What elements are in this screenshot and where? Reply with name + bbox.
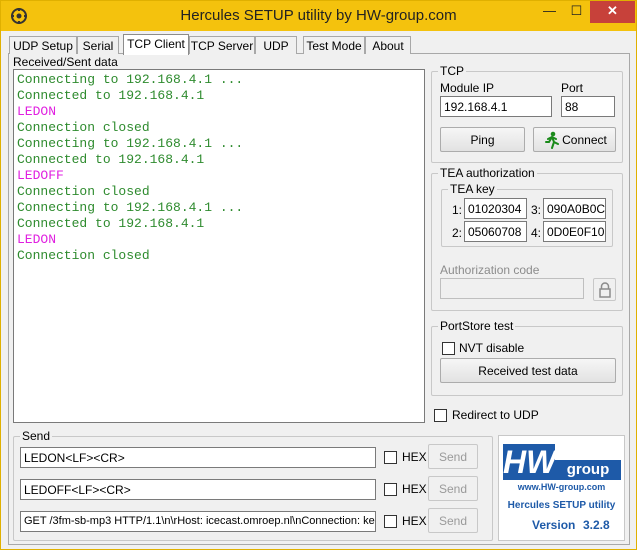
received-sent-log[interactable]: Connecting to 192.168.4.1 ... Connected t… [13, 69, 425, 423]
tea-key-2-input[interactable]: 05060708 [464, 221, 527, 242]
app-window: Hercules SETUP utility by HW-group.com —… [0, 0, 637, 550]
log-line: Connection closed [17, 248, 150, 263]
log-line: Connecting to 192.168.4.1 ... [17, 136, 244, 151]
tab-udp-setup[interactable]: UDP Setup [9, 36, 77, 54]
tea-group-title: TEA authorization [438, 166, 537, 180]
hex-label-1: HEX [402, 450, 427, 464]
tea-key-4-input[interactable]: 0D0E0F10 [543, 221, 606, 242]
tab-serial[interactable]: Serial [77, 36, 119, 54]
nvt-disable-checkbox[interactable] [442, 342, 455, 355]
log-line: Connecting to 192.168.4.1 ... [17, 200, 244, 215]
tea-key-4-label: 4: [531, 226, 542, 240]
tab-udp[interactable]: UDP [255, 36, 297, 54]
received-sent-label: Received/Sent data [13, 55, 118, 69]
tab-tcp-client[interactable]: TCP Client [123, 34, 189, 55]
send-button-2[interactable]: Send [428, 476, 478, 501]
send-input-2[interactable]: LEDOFF<LF><CR> [20, 479, 376, 500]
hw-group-logo: HW group www.HW-group.com Hercules SETUP… [498, 435, 625, 541]
tcp-group-title: TCP [438, 64, 466, 78]
tea-key-1-input[interactable]: 01020304 [464, 198, 527, 219]
hex-checkbox-3[interactable] [384, 515, 397, 528]
log-line: Connected to 192.168.4.1 [17, 216, 205, 231]
log-line: Connecting to 192.168.4.1 ... [17, 72, 244, 87]
redirect-to-udp-checkbox[interactable] [434, 409, 447, 422]
hex-checkbox-1[interactable] [384, 451, 397, 464]
send-input-1[interactable]: LEDON<LF><CR> [20, 447, 376, 468]
tea-key-1-label: 1: [452, 203, 463, 217]
authorization-code-label: Authorization code [440, 263, 540, 277]
lock-icon [598, 282, 611, 298]
version-label: Version [532, 518, 576, 532]
title-bar[interactable]: Hercules SETUP utility by HW-group.com —… [1, 1, 636, 31]
send-button-3[interactable]: Send [428, 508, 478, 533]
version-number: 3.2.8 [583, 518, 610, 532]
authorization-code-input[interactable] [440, 278, 584, 299]
logo-url: www.HW-group.com [517, 482, 606, 492]
log-line: LEDON [17, 104, 57, 119]
send-group-title: Send [20, 429, 53, 443]
tea-key-2-label: 2: [452, 226, 463, 240]
tea-key-3-label: 3: [531, 203, 542, 217]
connect-button[interactable]: Connect [533, 127, 616, 152]
portstore-group-title: PortStore test [438, 319, 516, 333]
tab-test-mode[interactable]: Test Mode [303, 36, 365, 54]
received-test-data-button[interactable]: Received test data [440, 358, 616, 383]
tea-key-3-input[interactable]: 090A0B0C [543, 198, 606, 219]
hex-checkbox-2[interactable] [384, 483, 397, 496]
port-input[interactable]: 88 [561, 96, 615, 117]
module-ip-input[interactable]: 192.168.4.1 [440, 96, 552, 117]
tab-tcp-server[interactable]: TCP Server [189, 36, 255, 54]
group-logo-text: group [555, 460, 621, 480]
tab-about[interactable]: About [365, 36, 411, 54]
tea-key-title: TEA key [448, 182, 497, 196]
log-line: LEDOFF [17, 168, 64, 183]
redirect-to-udp-label: Redirect to UDP [452, 408, 539, 422]
lock-button[interactable] [593, 278, 616, 301]
hw-logo-text: HW [503, 444, 557, 480]
hex-label-3: HEX [402, 514, 427, 528]
log-line: Connected to 192.168.4.1 [17, 88, 205, 103]
close-button[interactable]: ✕ [590, 1, 635, 23]
maximize-button[interactable]: ☐ [563, 1, 590, 23]
logo-product: Hercules SETUP utility [507, 500, 616, 511]
log-line: LEDON [17, 232, 57, 247]
log-line: Connected to 192.168.4.1 [17, 152, 205, 167]
port-label: Port [561, 81, 584, 95]
module-ip-label: Module IP [440, 81, 495, 95]
ping-button[interactable]: Ping [440, 127, 525, 152]
running-man-icon [545, 131, 559, 149]
hex-label-2: HEX [402, 482, 427, 496]
connect-button-label: Connect [562, 133, 607, 147]
minimize-button[interactable]: — [536, 1, 563, 23]
send-button-1[interactable]: Send [428, 444, 478, 469]
log-line: Connection closed [17, 120, 150, 135]
send-input-3[interactable]: GET /3fm-sb-mp3 HTTP/1.1\n\rHost: icecas… [20, 511, 376, 532]
log-line: Connection closed [17, 184, 150, 199]
nvt-disable-label: NVT disable [459, 341, 525, 355]
